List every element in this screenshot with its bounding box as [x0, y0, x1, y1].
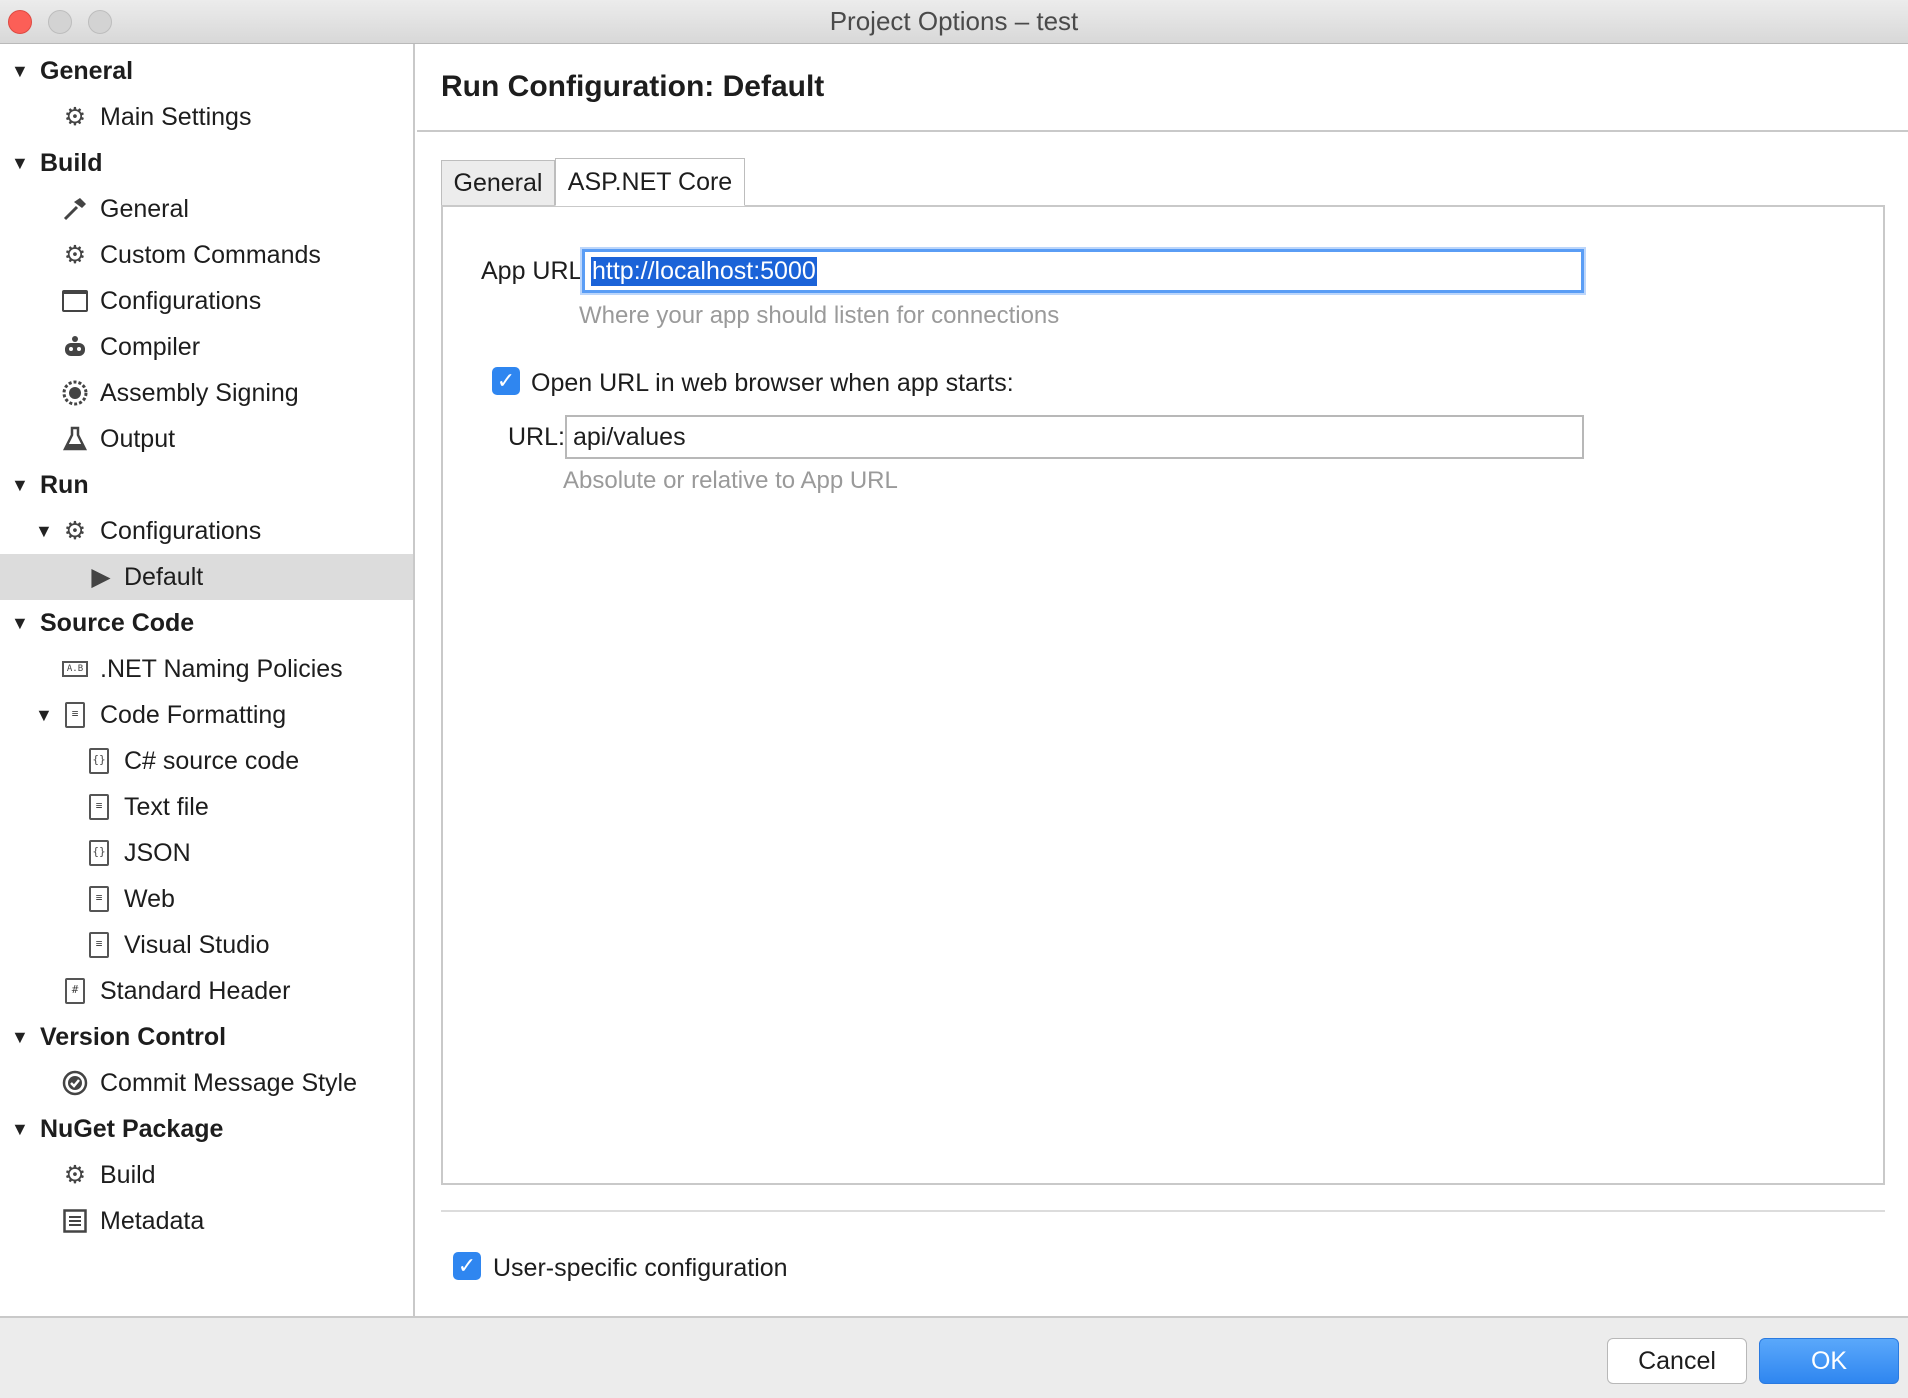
bottom-divider [441, 1210, 1885, 1212]
sidebar-item-metadata[interactable]: Metadata [0, 1198, 413, 1244]
user-specific-label: User-specific configuration [493, 1254, 788, 1282]
check-circle-icon [62, 1070, 88, 1096]
sidebar-section-run[interactable]: ▼ Run [0, 462, 413, 508]
sidebar-section-version-control[interactable]: ▼ Version Control [0, 1014, 413, 1060]
disclosure-triangle-icon[interactable]: ▼ [11, 61, 29, 82]
sidebar-item-standard-header[interactable]: # Standard Header [0, 968, 413, 1014]
sidebar-item-text-file[interactable]: ≡ Text file [0, 784, 413, 830]
sidebar-item-default[interactable]: ▶ Default [0, 554, 413, 600]
flask-icon [62, 426, 88, 452]
sidebar-item-main-settings[interactable]: ⚙ Main Settings [0, 94, 413, 140]
tab-panel: App URL: http://localhost:5000 Where you… [441, 205, 1885, 1185]
url-label: URL: [508, 423, 565, 451]
disclosure-triangle-icon[interactable]: ▼ [11, 475, 29, 496]
sidebar-item-compiler[interactable]: Compiler [0, 324, 413, 370]
disclosure-triangle-icon[interactable]: ▼ [35, 705, 53, 726]
gear-icon: ⚙ [63, 103, 87, 131]
sidebar-item-assembly-signing[interactable]: Assembly Signing [0, 370, 413, 416]
sidebar-item-nuget-build[interactable]: ⚙ Build [0, 1152, 413, 1198]
gear-icon: ⚙ [63, 241, 87, 269]
robot-icon [62, 334, 88, 360]
title-divider [417, 130, 1908, 132]
tab-aspnet-core[interactable]: ASP.NET Core [555, 158, 745, 206]
user-specific-checkbox[interactable]: ✓ [453, 1252, 481, 1280]
disclosure-triangle-icon[interactable]: ▼ [11, 1027, 29, 1048]
url-hint: Absolute or relative to App URL [563, 467, 898, 494]
tab-general[interactable]: General [441, 160, 555, 206]
play-icon: ▶ [91, 563, 111, 591]
url-value: api/values [573, 422, 686, 451]
sidebar-item-output[interactable]: Output [0, 416, 413, 462]
disclosure-triangle-icon[interactable]: ▼ [11, 613, 29, 634]
disclosure-triangle-icon[interactable]: ▼ [35, 521, 53, 542]
dialog-footer: Cancel OK [0, 1316, 1908, 1398]
sidebar-item-build-configurations[interactable]: Configurations [0, 278, 413, 324]
sidebar-item-custom-commands[interactable]: ⚙ Custom Commands [0, 232, 413, 278]
sidebar-item-csharp-source[interactable]: {} C# source code [0, 738, 413, 784]
disclosure-triangle-icon[interactable]: ▼ [11, 1119, 29, 1140]
window-icon [62, 288, 88, 314]
page-title: Run Configuration: Default [441, 70, 825, 103]
sidebar-item-json[interactable]: {} JSON [0, 830, 413, 876]
sidebar-item-build-general[interactable]: General [0, 186, 413, 232]
hash-document-icon: # [62, 978, 88, 1004]
hammer-icon [62, 196, 88, 222]
list-icon [62, 1208, 88, 1234]
disclosure-triangle-icon[interactable]: ▼ [11, 153, 29, 174]
text-document-icon: ≡ [86, 932, 112, 958]
options-sidebar: ▼ General ⚙ Main Settings ▼ Build Genera… [0, 44, 415, 1316]
open-browser-checkbox[interactable]: ✓ [492, 367, 520, 395]
braces-document-icon: {} [86, 748, 112, 774]
sidebar-item-web[interactable]: ≡ Web [0, 876, 413, 922]
sidebar-section-build[interactable]: ▼ Build [0, 140, 413, 186]
app-url-label: App URL: [481, 257, 590, 285]
url-input[interactable]: api/values [565, 415, 1584, 459]
gear-icon: ⚙ [63, 517, 87, 545]
app-url-input[interactable]: http://localhost:5000 [582, 249, 1584, 293]
braces-document-icon: {} [86, 840, 112, 866]
naming-icon: A.B [62, 656, 88, 682]
text-document-icon: ≡ [86, 886, 112, 912]
sidebar-section-general[interactable]: ▼ General [0, 48, 413, 94]
cancel-button[interactable]: Cancel [1607, 1338, 1747, 1384]
title-bar: Project Options – test [0, 0, 1908, 44]
app-url-hint: Where your app should listen for connect… [579, 302, 1060, 329]
sidebar-section-source-code[interactable]: ▼ Source Code [0, 600, 413, 646]
text-document-icon: ≡ [86, 794, 112, 820]
window-title: Project Options – test [829, 6, 1079, 36]
sidebar-item-naming-policies[interactable]: A.B .NET Naming Policies [0, 646, 413, 692]
app-url-value: http://localhost:5000 [591, 256, 817, 286]
sidebar-item-code-formatting[interactable]: ▼ ≡ Code Formatting [0, 692, 413, 738]
sidebar-section-nuget-package[interactable]: ▼ NuGet Package [0, 1106, 413, 1152]
seal-icon [62, 380, 88, 406]
gear-icon: ⚙ [63, 1161, 87, 1189]
open-browser-label: Open URL in web browser when app starts: [531, 369, 1014, 397]
formatting-icon: ≡ [62, 702, 88, 728]
ok-button[interactable]: OK [1759, 1338, 1899, 1384]
sidebar-item-commit-message-style[interactable]: Commit Message Style [0, 1060, 413, 1106]
sidebar-item-run-configurations[interactable]: ▼ ⚙ Configurations [0, 508, 413, 554]
sidebar-item-visual-studio[interactable]: ≡ Visual Studio [0, 922, 413, 968]
main-panel: Run Configuration: Default General ASP.N… [417, 44, 1908, 1316]
